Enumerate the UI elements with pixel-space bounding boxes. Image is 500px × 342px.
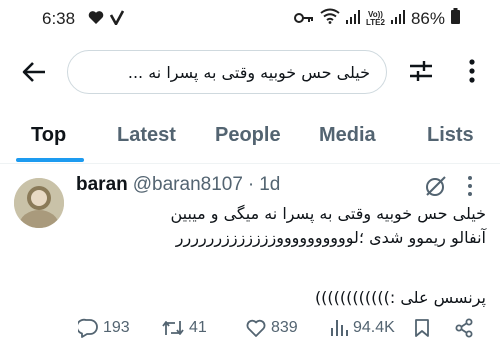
views-button[interactable]: 94.4K: [330, 318, 395, 338]
tab-people[interactable]: People: [215, 124, 281, 147]
battery-percent: 86%: [410, 8, 445, 28]
display-name[interactable]: baran: [76, 174, 128, 196]
tab-latest[interactable]: Latest: [117, 124, 176, 147]
like-count: 839: [271, 319, 298, 336]
tweet-text: خیلی حس خوبیه وقتی به پسرا نه میگی و میب…: [76, 202, 486, 250]
status-bar: 6:38 Vo)) LTE2 86%: [0, 0, 500, 36]
bookmark-button[interactable]: [414, 318, 430, 338]
tweet-signature: پرنسس علی :)))))))))))): [314, 288, 486, 307]
tweet-text-line: خیلی حس خوبیه وقتی به پسرا نه میگی و میب…: [170, 204, 486, 223]
reply-count: 193: [103, 319, 130, 336]
status-time: 6:38: [42, 9, 76, 28]
search-query: خیلی حس خوبیه وقتی به پسرا نه ...: [127, 62, 370, 82]
active-tab-indicator: [16, 158, 84, 162]
search-tabs: Top Latest People Media Lists: [0, 112, 500, 164]
reply-button[interactable]: 193: [78, 318, 130, 338]
battery-icon: [451, 8, 460, 29]
tweet-text-line: آنفالو ریموو شدی ؛لووووووووووزززززززرررر…: [175, 228, 486, 247]
tweet-header: baran @baran8107 · 1d: [76, 174, 280, 196]
views-icon: [331, 320, 348, 336]
search-input[interactable]: خیلی حس خوبیه وقتی به پسرا نه ...: [67, 50, 387, 94]
views-count: 94.4K: [353, 319, 395, 336]
user-handle[interactable]: @baran8107: [133, 174, 243, 196]
filter-icon[interactable]: [408, 58, 434, 84]
signal-icon: [390, 9, 405, 29]
key-icon: [294, 9, 314, 29]
signal-icon: [346, 9, 360, 29]
more-vertical-icon[interactable]: [460, 174, 480, 198]
tweet[interactable]: baran @baran8107 · 1d خیلی حس خوبیه وقتی…: [0, 166, 500, 342]
grok-icon[interactable]: [424, 174, 448, 198]
separator: ·: [247, 174, 255, 195]
tab-media[interactable]: Media: [319, 124, 376, 147]
bookmark-icon: [415, 319, 429, 337]
share-icon: [455, 318, 473, 338]
like-button[interactable]: 839: [246, 318, 298, 338]
heart-icon: [88, 10, 104, 30]
retweet-count: 41: [189, 319, 207, 336]
tab-lists[interactable]: Lists: [427, 124, 474, 147]
heart-icon: [246, 319, 266, 337]
wifi-icon: [320, 8, 340, 29]
tweet-timestamp[interactable]: 1d: [259, 174, 280, 196]
back-arrow-icon[interactable]: [20, 58, 48, 86]
avatar[interactable]: [14, 178, 64, 228]
network-label: Vo)) LTE2: [366, 9, 385, 27]
more-vertical-icon[interactable]: [462, 56, 482, 86]
tab-top[interactable]: Top: [31, 124, 66, 147]
search-header: خیلی حس خوبیه وقتی به پسرا نه ...: [0, 44, 500, 98]
retweet-button[interactable]: 41: [162, 318, 207, 338]
retweet-icon: [162, 321, 184, 335]
reply-icon: [78, 318, 98, 338]
share-button[interactable]: [454, 318, 474, 338]
tweet-actions: 193 41 839 94.4K: [76, 318, 486, 342]
check-icon: [109, 10, 125, 30]
